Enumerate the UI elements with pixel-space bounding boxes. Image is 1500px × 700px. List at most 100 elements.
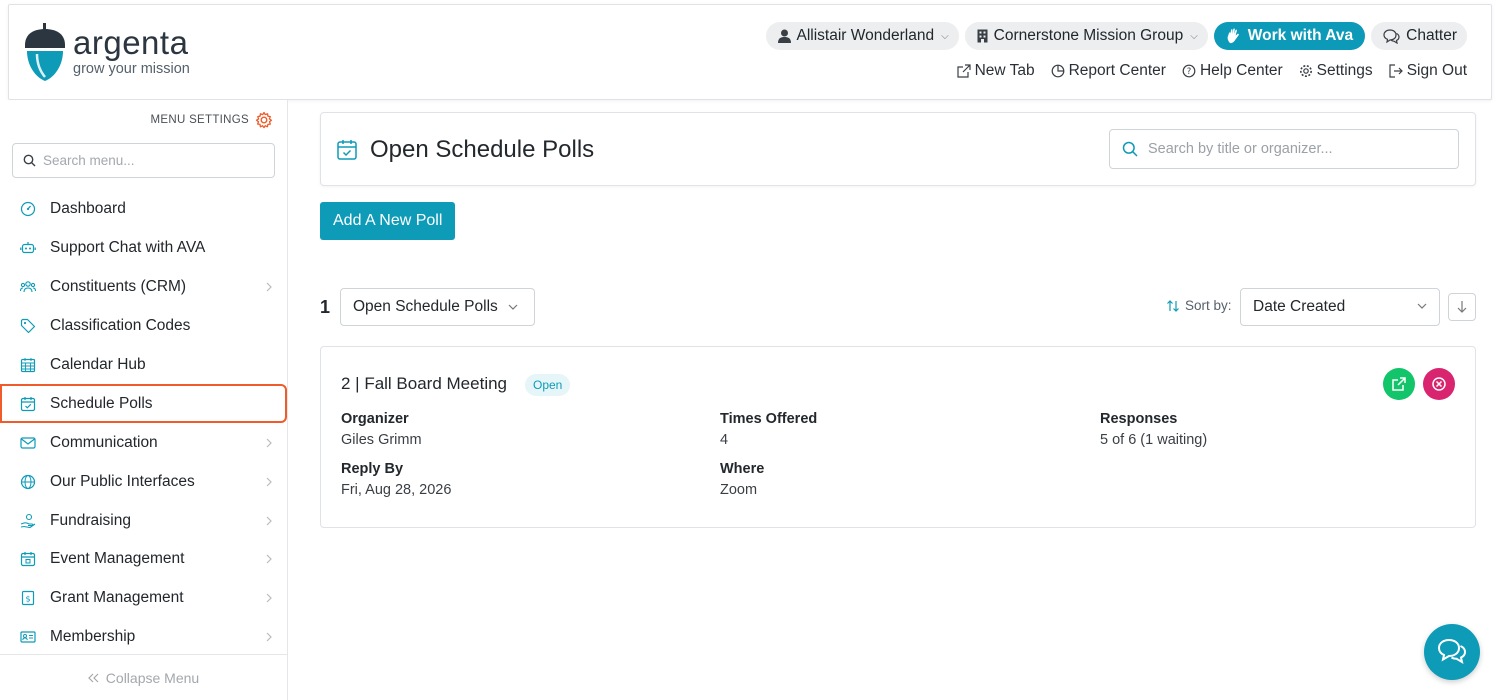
building-icon [977,29,988,43]
gear-icon [1299,65,1312,77]
sidebar-item-label: Membership [50,628,136,646]
pie-chart-icon [1051,64,1064,78]
where-value: Zoom [720,482,758,498]
brand-logo[interactable]: argenta grow your mission [23,21,190,83]
external-link-icon [1392,377,1406,391]
robot-icon [20,242,36,254]
search-icon [23,154,36,167]
sort-label-text: Sort by: [1185,298,1232,313]
sidebar-item-calendar-hub[interactable]: Calendar Hub [0,346,287,385]
open-poll-button[interactable] [1383,368,1415,400]
poll-search-field[interactable] [1109,129,1459,169]
reply-by-label: Reply By [341,461,404,477]
calendar-icon [20,358,36,373]
chevron-down-icon: ⌵ [941,30,949,42]
user-icon [777,29,791,43]
calendar-check-icon [20,396,36,411]
sidebar-item-label: Calendar Hub [50,356,146,373]
chevron-right-icon [266,555,272,564]
chevron-right-icon [266,477,272,487]
chat-bubbles-icon [1437,638,1467,665]
menu-settings-button[interactable]: MENU SETTINGS [151,111,273,129]
sort-value: Date Created [1253,298,1346,315]
reply-by-value: Fri, Aug 28, 2026 [341,482,452,498]
sidebar-item-label: Constituents (CRM) [50,278,187,296]
sidebar-item-support-chat[interactable]: Support Chat with AVA [0,229,287,268]
external-link-icon [956,64,971,78]
work-with-ava-label: Work with Ava [1247,27,1354,44]
menu-search-field[interactable] [12,143,275,178]
sidebar: MENU SETTINGS Dashboard Support Chat wit… [0,100,288,700]
poll-title[interactable]: 2 | Fall Board Meeting [341,374,507,394]
sign-out-link[interactable]: Sign Out [1389,62,1467,80]
user-menu[interactable]: Allistair Wonderland ⌵ [765,22,959,50]
mail-icon [20,437,36,449]
times-offered-value: 4 [720,432,729,448]
event-calendar-icon [20,552,36,567]
top-header: argenta grow your mission Allistair Wond… [8,4,1492,100]
chevron-right-icon [266,438,272,448]
sidebar-item-classification-codes[interactable]: Classification Codes [0,307,287,346]
sidebar-item-label: Fundraising [50,511,131,529]
help-center-link[interactable]: ? Help Center [1182,62,1283,80]
dashboard-icon [20,202,36,217]
status-badge: Open [525,374,571,396]
organizer-field: Organizer Giles Grimm [341,409,422,450]
reply-by-field: Reply By Fri, Aug 28, 2026 [341,459,451,500]
sort-select[interactable]: Date Created [1240,288,1440,326]
sidebar-item-label: Dashboard [50,200,126,218]
chevron-right-icon [266,632,272,642]
poll-search-input[interactable] [1148,141,1448,157]
grant-document-icon: $ [21,591,35,606]
new-tab-link[interactable]: New Tab [956,62,1035,80]
sidebar-item-label: Communication [50,433,158,451]
waving-hand-icon [1227,28,1239,44]
collapse-menu-label: Collapse Menu [105,669,200,686]
sidebar-item-fundraising[interactable]: Fundraising [0,501,287,540]
collapse-menu-button[interactable]: Collapse Menu [0,654,287,700]
poll-filter-value: Open Schedule Polls [353,298,498,315]
acorn-logo-icon [25,23,65,81]
sidebar-item-communication[interactable]: Communication [0,423,287,462]
brand-tagline: grow your mission [73,61,190,77]
organization-menu[interactable]: Cornerstone Mission Group ⌵ [964,22,1208,50]
chatter-button[interactable]: Chatter [1371,22,1467,50]
globe-icon [20,474,36,489]
close-circle-icon [1432,377,1446,391]
poll-filter-select[interactable]: Open Schedule Polls [340,288,535,326]
sidebar-item-schedule-polls[interactable]: Schedule Polls [0,384,287,424]
close-poll-button[interactable] [1423,368,1455,400]
sidebar-item-membership[interactable]: Membership [0,618,287,657]
work-with-ava-button[interactable]: Work with Ava [1213,22,1366,50]
page-title: Open Schedule Polls [370,136,595,163]
sidebar-item-label: Classification Codes [50,317,191,335]
svg-text:?: ? [1187,67,1192,77]
responses-value: 5 of 6 (1 waiting) [1100,432,1208,448]
settings-link[interactable]: Settings [1299,62,1373,80]
sidebar-item-label: Event Management [50,550,185,568]
report-center-link[interactable]: Report Center [1051,62,1166,80]
menu-search-input[interactable] [43,153,263,168]
sidebar-menu: Dashboard Support Chat with AVA Constitu… [0,190,287,657]
tag-icon [20,319,36,334]
menu-settings-label: MENU SETTINGS [150,114,249,126]
sidebar-item-dashboard[interactable]: Dashboard [0,190,287,229]
sidebar-item-label: Schedule Polls [50,394,153,412]
svg-text:$: $ [25,595,30,604]
sidebar-item-grant-management[interactable]: $ Grant Management [0,579,287,618]
times-offered-label: Times Offered [720,411,818,427]
sort-direction-button[interactable] [1448,293,1476,321]
sidebar-item-constituents[interactable]: Constituents (CRM) [0,268,287,307]
where-field: Where Zoom [720,459,764,500]
id-card-icon [20,631,36,643]
organizer-value: Giles Grimm [341,432,422,448]
page-header-card: Open Schedule Polls [320,112,1476,186]
sidebar-item-public-interfaces[interactable]: Our Public Interfaces [0,462,287,501]
sidebar-item-event-management[interactable]: Event Management [0,540,287,579]
header-links: New Tab Report Center ? Help Center Sett… [956,62,1467,80]
double-chevron-left-icon [87,673,99,682]
poll-count: 1 [320,297,331,317]
chevron-right-icon [266,516,272,525]
chat-launcher-button[interactable] [1424,624,1480,680]
add-new-poll-button[interactable]: Add A New Poll [320,202,456,240]
